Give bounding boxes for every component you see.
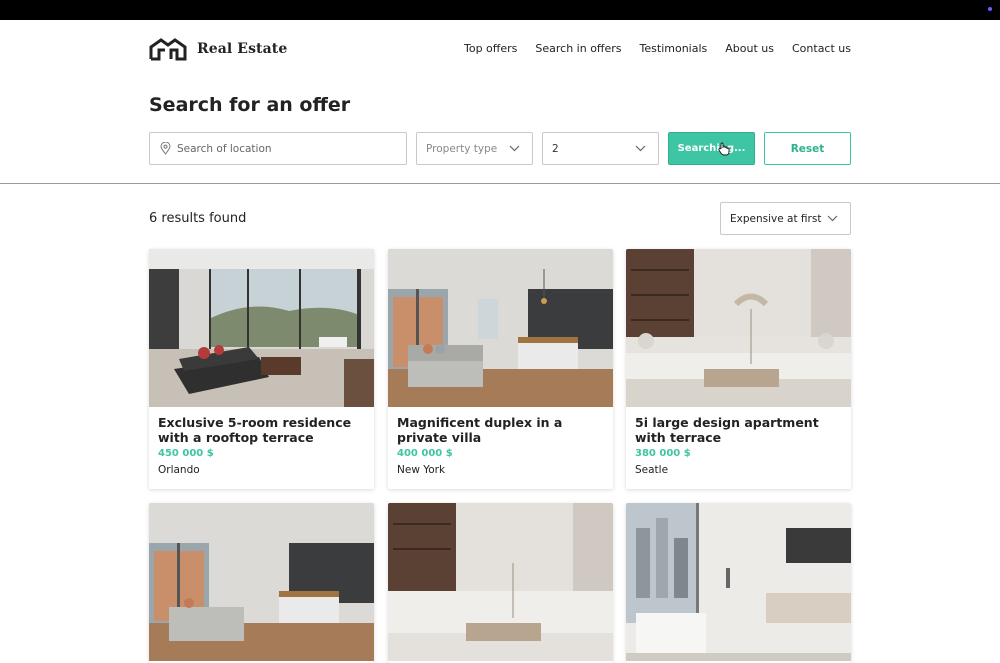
listing-card[interactable] bbox=[388, 503, 613, 663]
location-search-input[interactable]: Search of location bbox=[149, 132, 407, 165]
kitchen-living-photo bbox=[388, 249, 613, 407]
listing-title: 5i large design apartment with terrace bbox=[635, 415, 819, 445]
main-nav: Top offers Search in offers Testimonials… bbox=[464, 42, 851, 55]
rooms-value: 2 bbox=[552, 142, 559, 155]
nav-top-offers[interactable]: Top offers bbox=[464, 42, 517, 55]
sort-select[interactable]: Expensive at first bbox=[720, 202, 851, 235]
listing-city: Orlando bbox=[158, 464, 200, 476]
browser-top-bar bbox=[0, 0, 1000, 20]
nav-testimonials[interactable]: Testimonials bbox=[640, 42, 708, 55]
listing-card[interactable]: 5i large design apartment with terrace 3… bbox=[626, 249, 851, 489]
house-outline-icon bbox=[149, 38, 187, 61]
listing-title: Exclusive 5-room residence with a roofto… bbox=[158, 415, 352, 445]
listing-city: Seatle bbox=[635, 464, 669, 476]
property-type-placeholder: Property type bbox=[426, 142, 498, 155]
chevron-down-icon bbox=[509, 145, 520, 152]
rooms-select[interactable]: 2 bbox=[542, 132, 659, 165]
location-placeholder: Search of location bbox=[177, 142, 272, 155]
hand-cursor-icon bbox=[718, 142, 730, 156]
kitchen-living-photo bbox=[149, 503, 374, 661]
section-divider bbox=[0, 183, 1000, 184]
listing-card[interactable] bbox=[626, 503, 851, 663]
reset-button[interactable]: Reset bbox=[764, 132, 851, 165]
white-sofa-living-photo bbox=[626, 249, 851, 407]
results-count: 6 results found bbox=[149, 211, 247, 226]
status-dot bbox=[988, 7, 992, 11]
listing-price: 450 000 $ bbox=[158, 448, 214, 459]
nav-about-us[interactable]: About us bbox=[725, 42, 774, 55]
search-button[interactable]: Searching... bbox=[668, 132, 755, 165]
listing-title: Magnificent duplex in a private villa bbox=[397, 415, 563, 445]
page-title: Search for an offer bbox=[149, 94, 351, 116]
listing-price: 380 000 $ bbox=[635, 448, 691, 459]
listing-card[interactable]: Exclusive 5-room residence with a roofto… bbox=[149, 249, 374, 489]
location-pin-icon bbox=[160, 142, 171, 155]
brand-name: Real Estate bbox=[197, 41, 288, 57]
listing-card[interactable]: Magnificent duplex in a private villa 40… bbox=[388, 249, 613, 489]
white-sofa-living-photo bbox=[388, 503, 613, 661]
nav-contact-us[interactable]: Contact us bbox=[792, 42, 851, 55]
property-type-select[interactable]: Property type bbox=[416, 132, 533, 165]
chevron-down-icon bbox=[827, 215, 838, 222]
chevron-down-icon bbox=[635, 145, 646, 152]
site-header: Real Estate Top offers Search in offers … bbox=[0, 20, 1000, 82]
brand-logo[interactable]: Real Estate bbox=[149, 37, 287, 61]
sort-value: Expensive at first bbox=[730, 212, 822, 225]
bathroom-photo bbox=[626, 503, 851, 661]
nav-search-in-offers[interactable]: Search in offers bbox=[535, 42, 621, 55]
listing-card[interactable] bbox=[149, 503, 374, 663]
living-room-photo bbox=[149, 249, 374, 407]
listing-price: 400 000 $ bbox=[397, 448, 453, 459]
listing-city: New York bbox=[397, 464, 446, 476]
